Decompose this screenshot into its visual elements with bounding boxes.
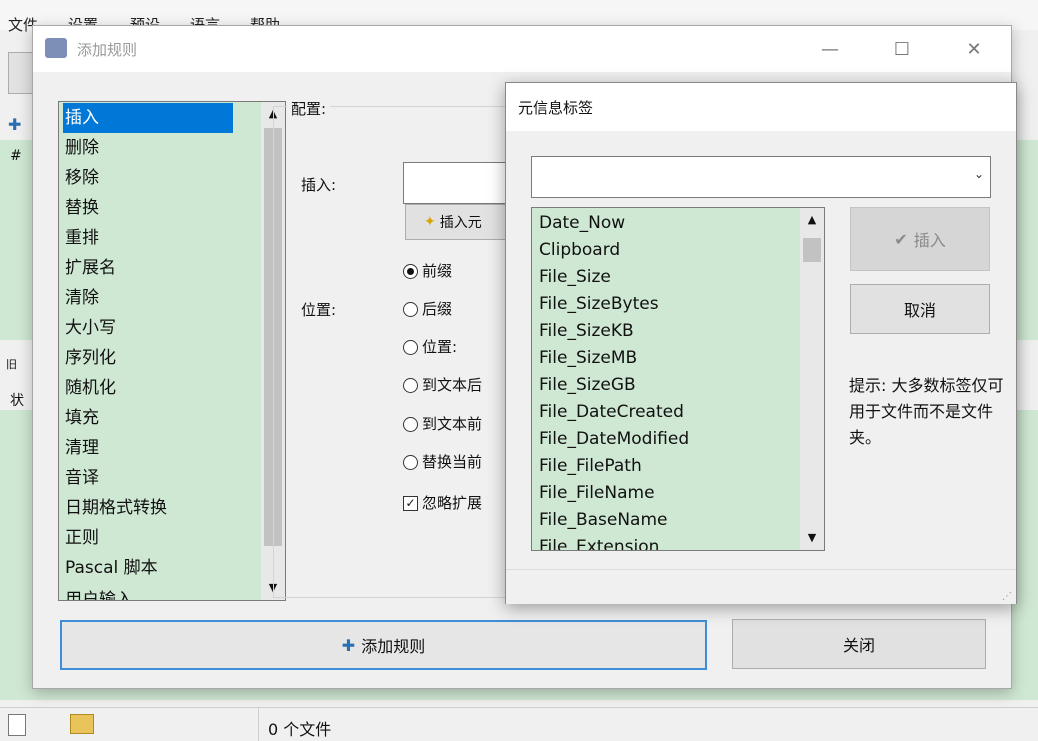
rule-item[interactable]: Pascal 脚本 [63, 553, 233, 583]
rule-item[interactable]: 替换 [63, 193, 233, 223]
rule-item[interactable]: 随机化 [63, 373, 233, 403]
meta-insert-label: 插入 [913, 231, 946, 250]
add-icon[interactable]: ✚ [8, 115, 21, 134]
rule-item[interactable]: 用户输入 [63, 583, 233, 600]
list-item[interactable]: File_SizeMB [539, 345, 637, 372]
rule-item[interactable]: 填充 [63, 403, 233, 433]
meta-titlebar: 元信息标签 [506, 83, 1016, 131]
rule-item[interactable]: 序列化 [63, 343, 233, 373]
position-after-text-option[interactable]: 到文本后 [403, 374, 482, 395]
meta-tag-icon: ✦ [424, 214, 436, 230]
radio-suffix[interactable] [403, 302, 418, 317]
rule-item[interactable]: 移除 [63, 163, 233, 193]
option-label: 后缀 [422, 300, 453, 318]
column-state-header: 状 [10, 393, 24, 409]
option-label: 忽略扩展 [422, 494, 483, 512]
add-rule-titlebar: 添加规则 — ☐ ✕ [33, 26, 1011, 72]
ignore-extension-checkbox[interactable]: ✓ [403, 496, 418, 511]
scroll-down-icon[interactable]: ▼ [800, 526, 824, 550]
close-window-button[interactable]: ✕ [951, 26, 997, 72]
list-item[interactable]: Clipboard [539, 237, 620, 264]
insert-meta-button[interactable]: ✦ 插入元 [405, 204, 513, 240]
radio-before-text[interactable] [403, 417, 418, 432]
app-rules-toolbar: ✚ [0, 110, 32, 140]
list-item[interactable]: File_BaseName [539, 507, 668, 534]
meta-tags-dialog: 元信息标签 ⌄ Date_Now Clipboard File_Size Fil… [505, 82, 1017, 604]
radio-after-text[interactable] [403, 378, 418, 393]
option-label: 到文本后 [422, 376, 483, 394]
meta-list-scrollbar[interactable]: ▲ ▼ [800, 208, 824, 550]
new-file-icon[interactable] [8, 714, 26, 736]
radio-position[interactable] [403, 340, 418, 355]
scroll-thumb[interactable] [803, 238, 821, 262]
radio-prefix[interactable] [403, 264, 418, 279]
list-item[interactable]: File_SizeBytes [539, 291, 659, 318]
maximize-button[interactable]: ☐ [879, 26, 925, 72]
scroll-up-icon[interactable]: ▲ [800, 208, 824, 232]
ignore-extension-option[interactable]: ✓ 忽略扩展 [403, 492, 482, 513]
option-label: 到文本前 [422, 415, 483, 433]
list-item[interactable]: File_Extension [539, 534, 659, 550]
status-divider [258, 708, 259, 741]
add-icon: ✚ [341, 635, 356, 655]
meta-dialog-title: 元信息标签 [518, 99, 594, 117]
rule-item[interactable]: 扩展名 [63, 253, 233, 283]
position-before-text-option[interactable]: 到文本前 [403, 413, 482, 434]
rule-item[interactable]: 删除 [63, 133, 233, 163]
insert-label: 插入: [301, 176, 337, 194]
list-item[interactable]: Date_Now [539, 210, 625, 237]
meta-cancel-button[interactable]: 取消 [850, 284, 990, 334]
app-toolbar-button[interactable] [8, 52, 34, 94]
position-prefix-option[interactable]: 前缀 [403, 260, 452, 281]
chevron-down-icon[interactable]: ⌄ [974, 167, 984, 181]
option-label: 替换当前 [422, 453, 483, 471]
position-label: 位置: [301, 301, 337, 319]
add-rule-label: 添加规则 [361, 637, 426, 656]
position-index-option[interactable]: 位置: [403, 336, 457, 357]
list-item[interactable]: File_FilePath [539, 453, 642, 480]
rule-item[interactable]: 大小写 [63, 313, 233, 343]
list-item[interactable]: File_Size [539, 264, 611, 291]
rule-item[interactable]: 插入 [63, 103, 233, 133]
radio-replace[interactable] [403, 455, 418, 470]
list-item[interactable]: File_SizeKB [539, 318, 634, 345]
rule-item[interactable]: 日期格式转换 [63, 493, 233, 523]
rule-item[interactable]: 清除 [63, 283, 233, 313]
position-replace-option[interactable]: 替换当前 [403, 451, 482, 472]
minimize-button[interactable]: — [807, 26, 853, 72]
list-item[interactable]: File_FileName [539, 480, 655, 507]
app-logo-icon [45, 38, 67, 58]
file-count: 0 个文件 [268, 720, 332, 739]
meta-tag-combo[interactable]: ⌄ [531, 156, 991, 198]
option-label: 前缀 [422, 262, 453, 280]
rule-item[interactable]: 音译 [63, 463, 233, 493]
position-suffix-option[interactable]: 后缀 [403, 298, 452, 319]
meta-hint-text: 提示: 大多数标签仅可用于文件而不是文件夹。 [849, 376, 1004, 447]
folder-search-icon[interactable] [70, 714, 94, 734]
meta-insert-button[interactable]: ✔ 插入 [850, 207, 990, 271]
app-statusbar: 0 个文件 [0, 707, 1038, 741]
list-item[interactable]: File_DateModified [539, 426, 689, 453]
list-item[interactable]: File_DateCreated [539, 399, 684, 426]
config-label: 配置: [287, 98, 331, 119]
option-label: 位置: [422, 338, 458, 356]
rule-type-list[interactable]: 插入 删除 移除 替换 重排 扩展名 清除 大小写 序列化 随机化 填充 清理 … [58, 101, 286, 601]
insert-meta-label: 插入元 [439, 215, 482, 231]
list-item[interactable]: File_SizeGB [539, 372, 636, 399]
column-number-header: # [10, 148, 22, 164]
add-rule-button[interactable]: ✚ 添加规则 [60, 620, 707, 670]
resize-grip-icon[interactable]: ⋰ [1002, 591, 1012, 602]
checkmark-icon: ✔ [894, 229, 908, 249]
insert-text-input[interactable] [403, 162, 515, 204]
close-button[interactable]: 关闭 [732, 619, 986, 669]
meta-tag-list[interactable]: Date_Now Clipboard File_Size File_SizeBy… [531, 207, 825, 551]
rule-item[interactable]: 清理 [63, 433, 233, 463]
meta-footer: ⋰ [506, 569, 1016, 604]
files-tab-label: 旧 [6, 358, 17, 371]
rule-item[interactable]: 重排 [63, 223, 233, 253]
rule-item[interactable]: 正则 [63, 523, 233, 553]
dialog-title: 添加规则 [77, 41, 138, 59]
